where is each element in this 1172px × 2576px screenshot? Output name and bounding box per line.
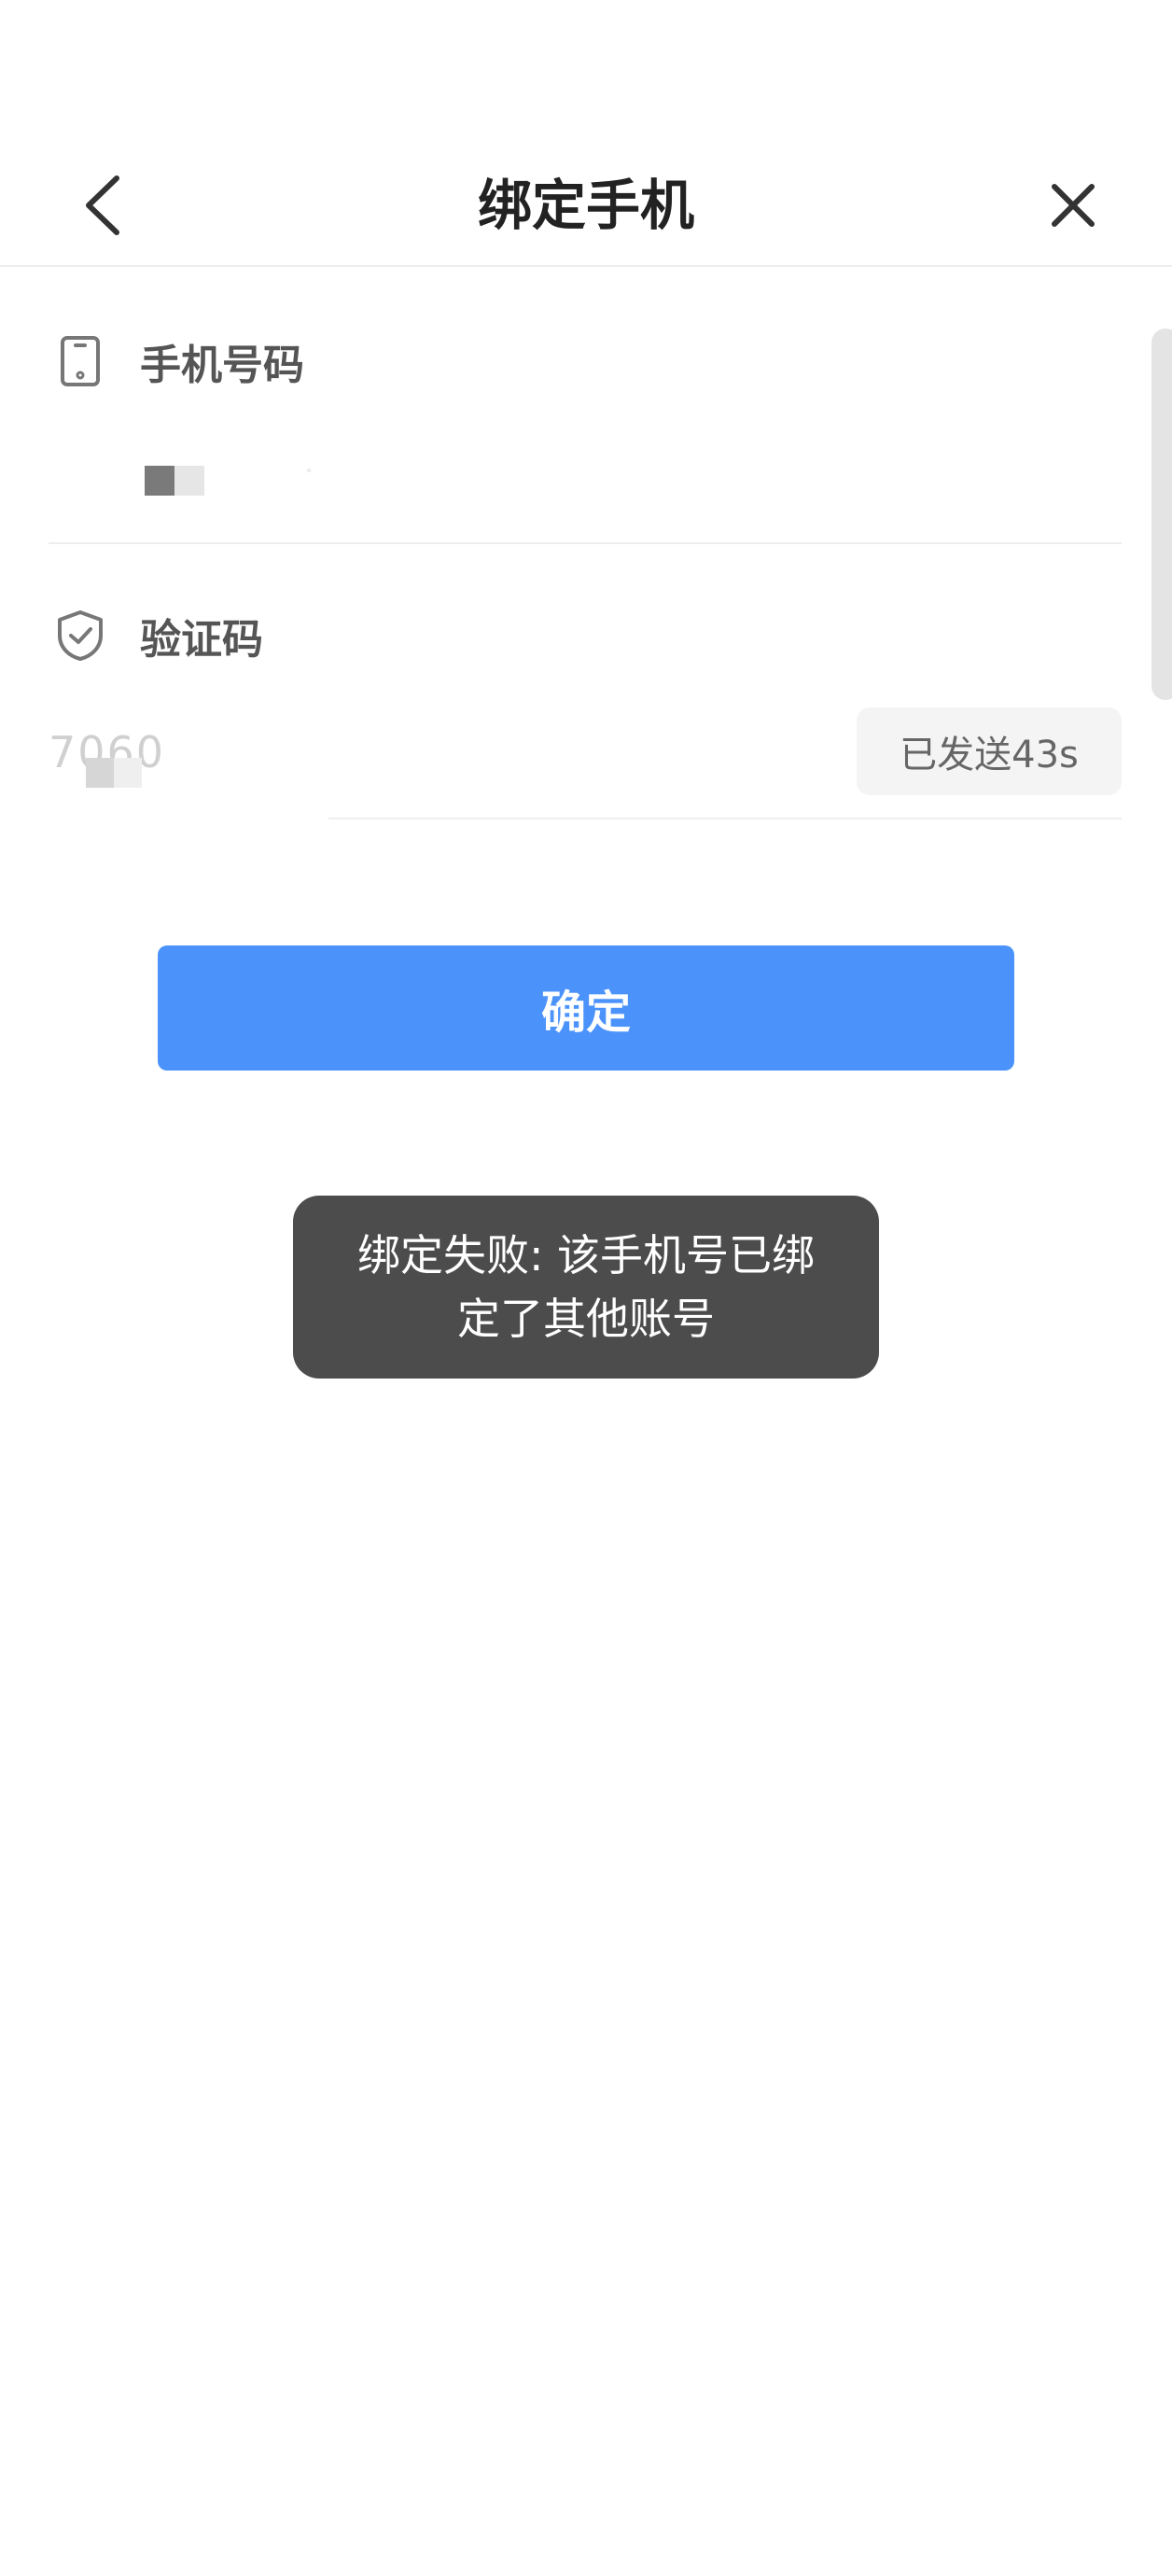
- code-label-row: 验证码: [54, 603, 263, 668]
- divider: [328, 818, 1122, 819]
- phone-label: 手机号码: [140, 342, 304, 389]
- resend-code-button[interactable]: 已发送43s: [857, 707, 1122, 795]
- masked-code-block: [86, 758, 114, 788]
- masked-phone-block: [145, 466, 174, 496]
- masked-phone-block: [174, 466, 204, 496]
- close-icon: [1052, 184, 1095, 227]
- phone-input[interactable]: [145, 465, 311, 497]
- page-title: 绑定手机: [477, 174, 694, 237]
- code-label: 验证码: [140, 616, 263, 664]
- confirm-button[interactable]: 确定: [158, 945, 1014, 1071]
- masked-phone-dot: [307, 469, 311, 472]
- divider: [49, 542, 1122, 544]
- header-bar: 绑定手机: [0, 140, 1172, 267]
- shield-check-icon: [54, 609, 106, 662]
- close-button[interactable]: [1036, 168, 1110, 243]
- phone-icon: [54, 335, 106, 387]
- masked-code-block: [114, 758, 142, 788]
- error-toast: 绑定失败: 该手机号已绑定了其他账号: [293, 1196, 879, 1379]
- scrollbar[interactable]: [1151, 329, 1172, 700]
- phone-label-row: 手机号码: [54, 329, 304, 394]
- bind-phone-page: 绑定手机 手机号码 验证码 7060 已发送43s 确定 绑定失败: 该手机号已…: [0, 0, 1172, 2576]
